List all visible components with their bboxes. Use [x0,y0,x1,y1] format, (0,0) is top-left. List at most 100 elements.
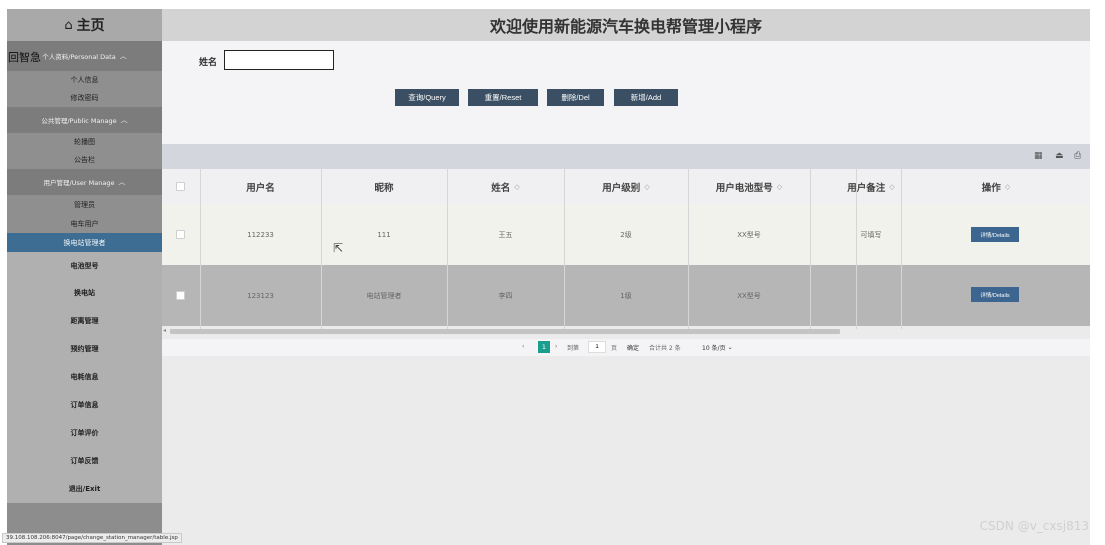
column-divider [688,169,689,329]
sidebar-item-label: 订单评价 [70,429,99,437]
column-header-nickname[interactable]: 昵称 [321,169,447,204]
column-divider [856,169,857,329]
column-label: 用户级别 [602,182,641,194]
chevron-up-icon: ︿ [118,178,126,186]
column-header-username[interactable]: 用户名 [200,169,321,204]
table-header: 用户名 昵称 姓名 ◇ 用户级别 ◇ 用户电池型号 ◇ 用户备注 ◇ 操作 ◇ [162,169,1090,204]
print-icon[interactable]: ⎙ [1074,151,1081,161]
pagination: ‹ 1 › 到第 页 确定 合计共 2 条 10 条/页 ⌄ [162,339,1090,356]
row-checkbox[interactable] [176,291,185,300]
page-title: 欢迎使用新能源汽车换电帮管理小程序 [162,9,1090,41]
section-personal-data[interactable]: 个人资料/Personal Data ︿ 回智急 [7,41,162,71]
column-label: 姓名 [491,182,511,194]
sidebar-item-distance[interactable]: 距离管理 [7,307,162,335]
cell-username: 112233 [247,230,274,239]
horizontal-scrollbar[interactable] [170,329,840,334]
details-button[interactable]: 详情/Details [971,287,1019,302]
home-label: 主页 [76,18,105,34]
cell-remark [810,265,932,326]
section-label: 公共管理/Public Manage [41,117,117,125]
sidebar-item-swap-station[interactable]: 换电站 [7,279,162,307]
sidebar-item-ev-user[interactable]: 电车用户 [7,214,162,233]
sidebar-item-feedback[interactable]: 订单反馈 [7,447,162,475]
table-row: 123123 电站管理者 李四 1级 XX型号 详情/Details [162,265,1090,326]
cell-name: 李四 [498,291,513,300]
sort-icon: ◇ [776,182,783,191]
cell-level: 2级 [620,230,632,239]
scroll-left-icon[interactable]: ◂ [163,327,166,334]
goto-label: 到第 [567,345,580,352]
sort-icon: ◇ [889,182,895,191]
reset-button[interactable]: 重置/Reset [468,89,538,106]
sidebar-item-personal-info[interactable]: 个人信息 [7,71,162,89]
search-panel: 姓名 查询/Query 重置/Reset 删除/Del 新增/Add [162,41,1090,144]
sidebar-item-power-info[interactable]: 电耗信息 [7,363,162,391]
export-icon[interactable]: ⏏ [1055,151,1064,161]
column-header-battery[interactable]: 用户电池型号 ◇ [688,169,810,204]
goto-confirm-button[interactable]: 确定 [627,343,639,352]
chevron-down-icon: ⌄ [727,343,733,351]
details-button[interactable]: 详情/Details [971,227,1019,242]
sidebar-item-change-password[interactable]: 修改密码 [7,89,162,107]
mouse-cursor-icon: ⇱ [333,241,344,255]
sidebar-item-reviews[interactable]: 订单评价 [7,419,162,447]
column-divider [810,169,811,329]
sidebar-item-reservation[interactable]: 预约管理 [7,335,162,363]
section-label: 用户管理/User Manage [43,179,115,187]
cell-remark: 可填写 [860,230,882,239]
status-bar-url: 39.108.108.206:8047/page/change_station_… [2,533,182,543]
columns-icon[interactable]: ▦ [1034,151,1043,161]
sidebar-item-label: 订单反馈 [70,457,99,465]
sidebar-item-station-manager[interactable]: 换电站管理者 [7,233,162,252]
select-all-checkbox[interactable] [176,182,185,191]
page-size-select[interactable]: 10 条/页 ⌄ [702,341,748,353]
column-label: 用户电池型号 [715,182,773,194]
prev-page-icon[interactable]: ‹ [522,343,524,350]
sidebar-item-label: 预约管理 [70,345,99,353]
sidebar-item-battery-model[interactable]: 电池型号 [7,252,162,279]
column-divider [447,169,448,329]
cell-battery: XX型号 [737,230,761,239]
column-divider [564,169,565,329]
sidebar-item-label: 管理员 [74,200,95,209]
query-button[interactable]: 查询/Query [395,89,459,106]
sidebar-item-label: 轮播图 [74,138,95,146]
column-label: 操作 [981,182,1001,194]
table-row: 112233 111 王五 2级 XX型号 可填写 详情/Details [162,204,1090,265]
sidebar-item-label: 个人信息 [70,76,99,84]
cell-level: 1级 [620,291,632,300]
sidebar-item-exit[interactable]: 退出/Exit [7,475,162,503]
next-page-icon[interactable]: › [555,343,557,350]
sidebar: ⌂ 主页 个人资料/Personal Data ︿ 回智急 个人信息 修改密码 … [7,9,162,545]
row-checkbox[interactable] [176,230,185,239]
column-header-level[interactable]: 用户级别 ◇ [564,169,688,204]
cell-name: 王五 [498,230,513,239]
section-public-manage[interactable]: 公共管理/Public Manage ︿ [7,107,162,133]
sidebar-item-carousel[interactable]: 轮播图 [7,133,162,151]
name-search-input[interactable] [224,50,334,70]
sidebar-item-notice[interactable]: 公告栏 [7,151,162,169]
watermark: CSDN @v_cxsj813 [979,519,1089,533]
column-label: 用户名 [246,182,275,194]
column-header-name[interactable]: 姓名 ◇ [447,169,564,204]
chevron-up-icon: ︿ [119,52,127,60]
sort-icon: ◇ [1004,182,1011,191]
sort-icon: ◇ [644,182,650,191]
home-link[interactable]: ⌂ 主页 [7,9,162,41]
delete-button[interactable]: 删除/Del [547,89,604,106]
sidebar-item-admin[interactable]: 管理员 [7,195,162,214]
cell-battery: XX型号 [737,291,761,300]
section-label: 个人资料/Personal Data [42,53,116,61]
cell-username: 123123 [247,291,274,300]
add-button[interactable]: 新增/Add [614,89,678,106]
sidebar-item-orders[interactable]: 订单信息 [7,391,162,419]
column-divider [321,169,322,329]
sidebar-item-label: 距离管理 [70,317,99,325]
main-panel: 欢迎使用新能源汽车换电帮管理小程序 姓名 查询/Query 重置/Reset 删… [162,9,1090,545]
name-label: 姓名 [199,58,218,68]
section-user-manage[interactable]: 用户管理/User Manage ︿ [7,169,162,195]
goto-page-input[interactable] [588,341,606,353]
total-count: 合计共 2 条 [649,345,681,352]
sidebar-item-label: 电池型号 [70,261,99,270]
page-current[interactable]: 1 [538,341,550,353]
